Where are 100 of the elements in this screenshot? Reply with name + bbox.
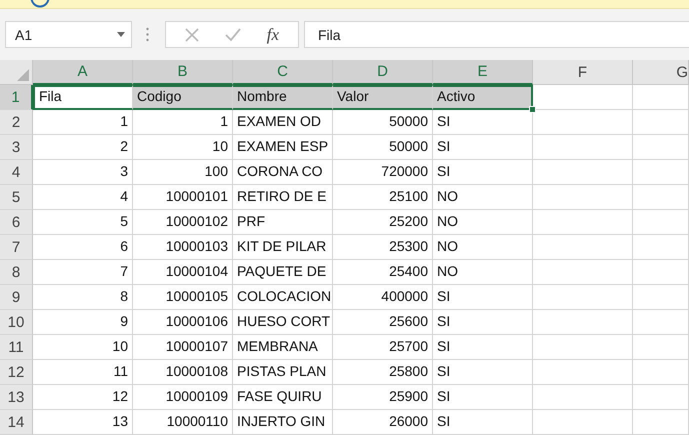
table-cell: KIT DE PILAR [233, 235, 333, 260]
name-box[interactable]: A1 [5, 21, 132, 48]
caret-icon[interactable] [117, 32, 125, 37]
table-cell: 100 [133, 160, 233, 185]
table-cell: RETIRO DE E [233, 185, 333, 210]
table-cell: 2 [33, 135, 133, 160]
row-header[interactable]: 10 [0, 310, 33, 335]
table-cell: 12 [33, 385, 133, 410]
table-cell: 10000102 [133, 210, 233, 235]
table-cell: Valor [333, 85, 433, 110]
checkmark-icon[interactable] [224, 28, 241, 41]
row-header[interactable]: 7 [0, 235, 33, 260]
table-cell: SI [433, 285, 533, 310]
table-cell: NO [433, 185, 533, 210]
row-header[interactable]: 1 [0, 85, 33, 110]
table-cell: NO [433, 235, 533, 260]
table-cell: SI [433, 335, 533, 360]
table-cell: 7 [33, 260, 133, 285]
table-cell: 9 [33, 310, 133, 335]
formula-input[interactable]: Fila [304, 21, 689, 48]
cell-reference: A1 [15, 26, 32, 42]
table-cell: 10000109 [133, 385, 233, 410]
empty-cell [633, 360, 689, 385]
table-cell: 10 [33, 335, 133, 360]
empty-cell [633, 410, 689, 435]
table-cell: 6 [33, 235, 133, 260]
table-cell: 10000107 [133, 335, 233, 360]
table-cell: Activo [433, 85, 533, 110]
table-cell: 25200 [333, 210, 433, 235]
table-cell: Fila [33, 85, 133, 110]
row-header[interactable]: 4 [0, 160, 33, 185]
table-cell: PAQUETE DE [233, 260, 333, 285]
table-cell: HUESO CORT [233, 310, 333, 335]
table-cell: SI [433, 160, 533, 185]
table-cell: SI [433, 410, 533, 435]
empty-cell [633, 210, 689, 235]
table-cell: 25400 [333, 260, 433, 285]
row-header[interactable]: 12 [0, 360, 33, 385]
table-cell: 25700 [333, 335, 433, 360]
table-cell: 10000101 [133, 185, 233, 210]
insert-function-button[interactable]: fx [266, 24, 280, 44]
column-header[interactable]: C [233, 60, 333, 85]
empty-cell [633, 285, 689, 310]
table-cell: 26000 [333, 410, 433, 435]
table-cell: 25100 [333, 185, 433, 210]
row-header[interactable]: 14 [0, 410, 33, 435]
fill-handle[interactable] [529, 106, 536, 113]
row-header[interactable]: 13 [0, 385, 33, 410]
table-cell: SI [433, 135, 533, 160]
table-cell: 1 [133, 110, 233, 135]
table-cell: 5 [33, 210, 133, 235]
table-cell: 25600 [333, 310, 433, 335]
select-all-icon[interactable] [17, 69, 29, 81]
column-header[interactable]: F [533, 60, 633, 85]
empty-cell [633, 135, 689, 160]
empty-cell [633, 160, 689, 185]
table-cell: Nombre [233, 85, 333, 110]
table-cell: 10000105 [133, 285, 233, 310]
table-cell: 25900 [333, 385, 433, 410]
empty-cell [633, 185, 689, 210]
row-header[interactable]: 3 [0, 135, 33, 160]
table-cell: PISTAS PLAN [233, 360, 333, 385]
row-header[interactable]: 2 [0, 110, 33, 135]
table-cell: SI [433, 310, 533, 335]
cancel-icon[interactable] [184, 28, 199, 42]
row-header[interactable]: 9 [0, 285, 33, 310]
table-cell: 13 [33, 410, 133, 435]
table-cell: 10000110 [133, 410, 233, 435]
table-cell: FASE QUIRU [233, 385, 333, 410]
table-cell: 25300 [333, 235, 433, 260]
empty-cell [633, 110, 689, 135]
table-cell: 720000 [333, 160, 433, 185]
table-cell: 400000 [333, 285, 433, 310]
table-cell: 10 [133, 135, 233, 160]
table-cell: 1 [33, 110, 133, 135]
row-header[interactable]: 6 [0, 210, 33, 235]
column-header[interactable]: E [433, 60, 533, 85]
table-cell: NO [433, 260, 533, 285]
column-header[interactable]: G [633, 60, 689, 85]
table-cell: Codigo [133, 85, 233, 110]
table-cell: PRF [233, 210, 333, 235]
row-header[interactable]: 11 [0, 335, 33, 360]
empty-cell [633, 260, 689, 285]
table-cell: EXAMEN ESP [233, 135, 333, 160]
table-cell: 3 [33, 160, 133, 185]
column-header[interactable]: B [133, 60, 233, 85]
drag-handle-icon[interactable] [146, 27, 149, 42]
empty-cell [633, 335, 689, 360]
table-cell: 10000108 [133, 360, 233, 385]
column-header[interactable]: A [33, 60, 133, 85]
table-cell: 10000103 [133, 235, 233, 260]
table-cell: 11 [33, 360, 133, 385]
table-cell: NO [433, 210, 533, 235]
empty-cell [633, 85, 689, 110]
column-header[interactable]: D [333, 60, 433, 85]
table-cell: SI [433, 360, 533, 385]
row-header[interactable]: 8 [0, 260, 33, 285]
table-cell: 10000106 [133, 310, 233, 335]
row-header[interactable]: 5 [0, 185, 33, 210]
table-cell: 50000 [333, 110, 433, 135]
